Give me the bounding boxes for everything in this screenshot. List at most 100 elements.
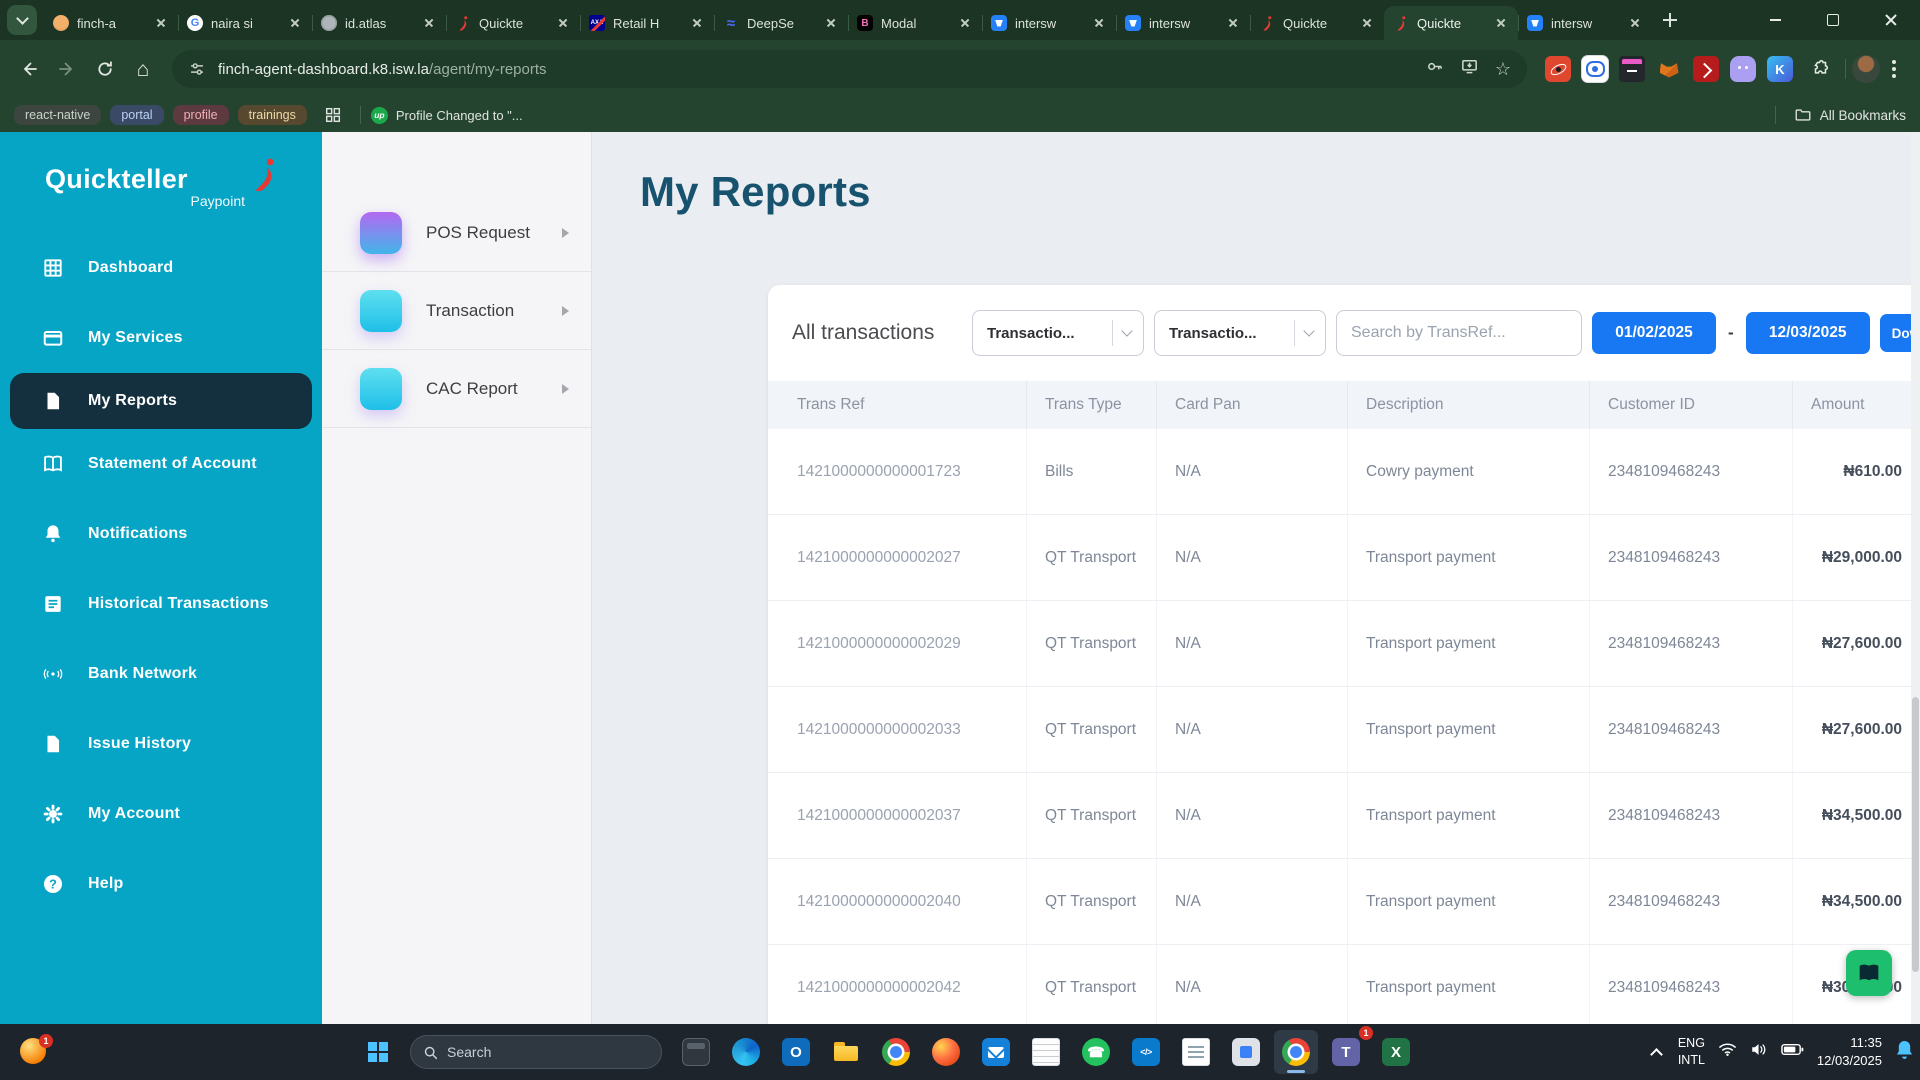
tab-search-button[interactable] [7, 5, 37, 35]
tab-close-icon[interactable] [287, 15, 303, 31]
taskbar-app-whatsapp[interactable]: ☎ [1074, 1030, 1118, 1074]
profile-avatar[interactable] [1852, 55, 1880, 83]
screen-recorder-icon[interactable] [1582, 56, 1608, 82]
taskbar-app-outlook[interactable]: O [774, 1030, 818, 1074]
site-settings-icon[interactable] [188, 60, 206, 78]
page-scrollbar[interactable] [1911, 132, 1920, 1024]
battery-icon[interactable] [1781, 1043, 1804, 1061]
taskbar-app-vscode[interactable]: </> [1124, 1030, 1168, 1074]
redirect-icon[interactable] [1693, 56, 1719, 82]
tab-group-chip-react-native[interactable]: react-native [14, 105, 101, 125]
taskbar-search[interactable]: Search [410, 1035, 662, 1069]
tab[interactable]: Quickte [1250, 6, 1384, 40]
sidebar-item-help[interactable]: ?Help [0, 849, 322, 919]
date-to-button[interactable]: 12/03/2025 [1746, 312, 1870, 354]
tab-close-icon[interactable] [555, 15, 571, 31]
install-app-icon[interactable] [1460, 57, 1479, 81]
sidebar-item-notifications[interactable]: Notifications [0, 499, 322, 569]
tab-group-chip-profile[interactable]: profile [173, 105, 229, 125]
tab[interactable]: intersw [982, 6, 1116, 40]
bookmark-item[interactable]: up Profile Changed to "... [371, 107, 523, 124]
taskbar-app-edge[interactable] [724, 1030, 768, 1074]
tab-close-icon[interactable] [1091, 15, 1107, 31]
taskbar-app-taskview[interactable] [674, 1030, 718, 1074]
extensions-button[interactable] [1803, 52, 1837, 86]
minimize-button[interactable] [1746, 0, 1804, 40]
tab[interactable]: Quickte [446, 6, 580, 40]
kite-icon[interactable]: K [1767, 56, 1793, 82]
react-devtools-icon[interactable] [1545, 56, 1571, 82]
tab[interactable]: ≈DeepSe [714, 6, 848, 40]
window-tool-icon[interactable] [1619, 56, 1645, 82]
address-bar[interactable]: finch-agent-dashboard.k8.isw.la/agent/my… [172, 50, 1527, 88]
reload-button[interactable] [88, 52, 122, 86]
taskbar-app-explorer[interactable] [824, 1030, 868, 1074]
hidden-icons-chevron[interactable] [1650, 1048, 1663, 1061]
tab-close-icon[interactable] [153, 15, 169, 31]
tab-close-icon[interactable] [1493, 15, 1509, 31]
taskbar-app-excel[interactable]: X [1374, 1030, 1418, 1074]
scrollbar-thumb[interactable] [1912, 697, 1919, 972]
sidebar-item-my-account[interactable]: My Account [0, 779, 322, 849]
language-indicator[interactable]: ENG INTL [1678, 1035, 1705, 1069]
volume-icon[interactable] [1750, 1042, 1768, 1062]
phantom-icon[interactable] [1730, 56, 1756, 82]
tab-close-icon[interactable] [823, 15, 839, 31]
submenu-item-pos-request[interactable]: POS Request [322, 194, 591, 272]
metamask-icon[interactable] [1656, 56, 1682, 82]
browser-menu-icon[interactable] [1892, 67, 1896, 71]
taskbar-app-window[interactable] [1224, 1030, 1268, 1074]
home-button[interactable]: ⌂ [126, 52, 160, 86]
tab[interactable]: id.atlas [312, 6, 446, 40]
submenu-item-cac-report[interactable]: CAC Report [322, 350, 591, 428]
sidebar-item-historical-transactions[interactable]: Historical Transactions [0, 569, 322, 639]
submenu-item-transaction[interactable]: Transaction [322, 272, 591, 350]
sidebar-item-my-reports[interactable]: My Reports [10, 373, 312, 429]
tab[interactable]: AXARetail H [580, 6, 714, 40]
tab[interactable]: intersw [1116, 6, 1250, 40]
taskbar-widget-icon[interactable]: 1 [20, 1038, 48, 1066]
tab[interactable]: BModal [848, 6, 982, 40]
taskbar-app-chrome[interactable] [874, 1030, 918, 1074]
tab-close-icon[interactable] [689, 15, 705, 31]
transaction-type-dropdown[interactable]: Transactio... [972, 310, 1144, 356]
help-widget-button[interactable] [1846, 950, 1892, 996]
taskbar-app-mail[interactable] [974, 1030, 1018, 1074]
tab-close-icon[interactable] [957, 15, 973, 31]
transaction-status-dropdown[interactable]: Transactio... [1154, 310, 1326, 356]
taskbar-app-docs[interactable] [1174, 1030, 1218, 1074]
new-tab-button[interactable] [1656, 6, 1684, 34]
tab[interactable]: intersw [1518, 6, 1652, 40]
taskbar-app-chrome[interactable] [1274, 1030, 1318, 1074]
back-button[interactable] [12, 52, 46, 86]
bookmark-star-icon[interactable]: ☆ [1495, 60, 1511, 78]
tab-groups-grid-icon[interactable] [324, 106, 342, 124]
tab-close-icon[interactable] [1359, 15, 1375, 31]
date-from-button[interactable]: 01/02/2025 [1592, 312, 1716, 354]
sidebar-item-my-services[interactable]: My Services [0, 303, 322, 373]
tab-group-chip-portal[interactable]: portal [110, 105, 163, 125]
sidebar-item-bank-network[interactable]: Bank Network [0, 639, 322, 709]
tab-close-icon[interactable] [421, 15, 437, 31]
forward-button[interactable] [50, 52, 84, 86]
sidebar-item-statement-of-account[interactable]: Statement of Account [0, 429, 322, 499]
wifi-icon[interactable] [1718, 1042, 1737, 1062]
tab[interactable]: Quickte [1384, 6, 1518, 40]
taskbar-app-notes[interactable] [1024, 1030, 1068, 1074]
clock[interactable]: 11:35 12/03/2025 [1817, 1034, 1882, 1070]
tab-group-chip-trainings[interactable]: trainings [238, 105, 307, 125]
notifications-bell-icon[interactable] [1895, 1039, 1914, 1065]
maximize-button[interactable] [1804, 0, 1862, 40]
sidebar-item-dashboard[interactable]: Dashboard [0, 233, 322, 303]
taskbar-app-teams[interactable]: T1 [1324, 1030, 1368, 1074]
tab-close-icon[interactable] [1225, 15, 1241, 31]
taskbar-app-firefox[interactable] [924, 1030, 968, 1074]
tab-close-icon[interactable] [1627, 15, 1643, 31]
passwords-key-icon[interactable] [1425, 57, 1444, 81]
search-input[interactable] [1336, 310, 1582, 356]
start-button[interactable] [358, 1032, 398, 1072]
close-window-button[interactable] [1862, 0, 1920, 40]
sidebar-item-issue-history[interactable]: Issue History [0, 709, 322, 779]
tab[interactable]: finch-a [44, 6, 178, 40]
all-bookmarks-button[interactable]: All Bookmarks [1765, 106, 1906, 124]
